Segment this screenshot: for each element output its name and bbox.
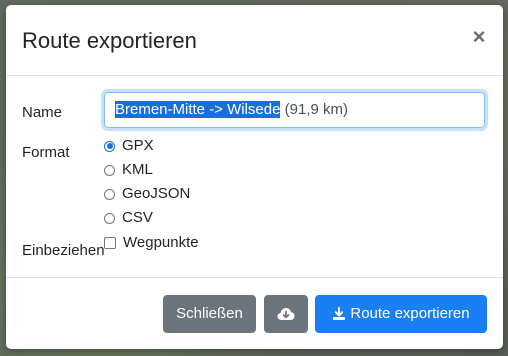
name-rest-text: (91,9 km) bbox=[280, 101, 348, 118]
include-waypoints-option[interactable]: Wegpunkte bbox=[104, 233, 199, 253]
format-option-label: GPX bbox=[122, 137, 154, 154]
cloud-download-button[interactable] bbox=[264, 295, 308, 333]
dialog-body: Name Bremen-Mitte -> Wilsede (91,9 km) F… bbox=[6, 76, 503, 278]
close-icon[interactable]: × bbox=[469, 25, 489, 49]
radio-gpx[interactable] bbox=[104, 140, 115, 152]
format-option-geojson[interactable]: GeoJSON bbox=[104, 184, 190, 204]
format-option-csv[interactable]: CSV bbox=[104, 208, 153, 228]
radio-kml[interactable] bbox=[104, 164, 115, 176]
include-label: Einbeziehen bbox=[22, 242, 105, 259]
dialog-header: Route exportieren × bbox=[6, 5, 503, 76]
format-option-label: CSV bbox=[122, 209, 153, 226]
dialog-title: Route exportieren bbox=[22, 28, 197, 53]
name-label: Name bbox=[22, 104, 63, 121]
format-option-gpx[interactable]: GPX bbox=[104, 136, 154, 156]
dialog-footer: Schließen Route exportieren bbox=[6, 277, 503, 349]
format-option-label: GeoJSON bbox=[122, 185, 191, 202]
format-label: Format bbox=[22, 144, 70, 161]
cloud-download-icon bbox=[277, 308, 295, 321]
format-option-kml[interactable]: KML bbox=[104, 160, 153, 180]
export-route-label: Route exportieren bbox=[350, 305, 470, 322]
export-route-button[interactable]: Route exportieren bbox=[315, 295, 487, 333]
name-selected-text: Bremen-Mitte -> Wilsede bbox=[115, 101, 281, 118]
close-button[interactable]: Schließen bbox=[163, 295, 256, 333]
download-icon bbox=[333, 307, 346, 321]
radio-geojson[interactable] bbox=[104, 188, 115, 200]
route-name-input[interactable]: Bremen-Mitte -> Wilsede (91,9 km) bbox=[104, 92, 485, 128]
waypoints-checkbox[interactable] bbox=[104, 237, 116, 249]
waypoints-label: Wegpunkte bbox=[123, 234, 199, 251]
format-option-label: KML bbox=[122, 161, 153, 178]
radio-csv[interactable] bbox=[104, 212, 115, 224]
export-route-dialog: Route exportieren × Name Bremen-Mitte ->… bbox=[6, 5, 503, 349]
